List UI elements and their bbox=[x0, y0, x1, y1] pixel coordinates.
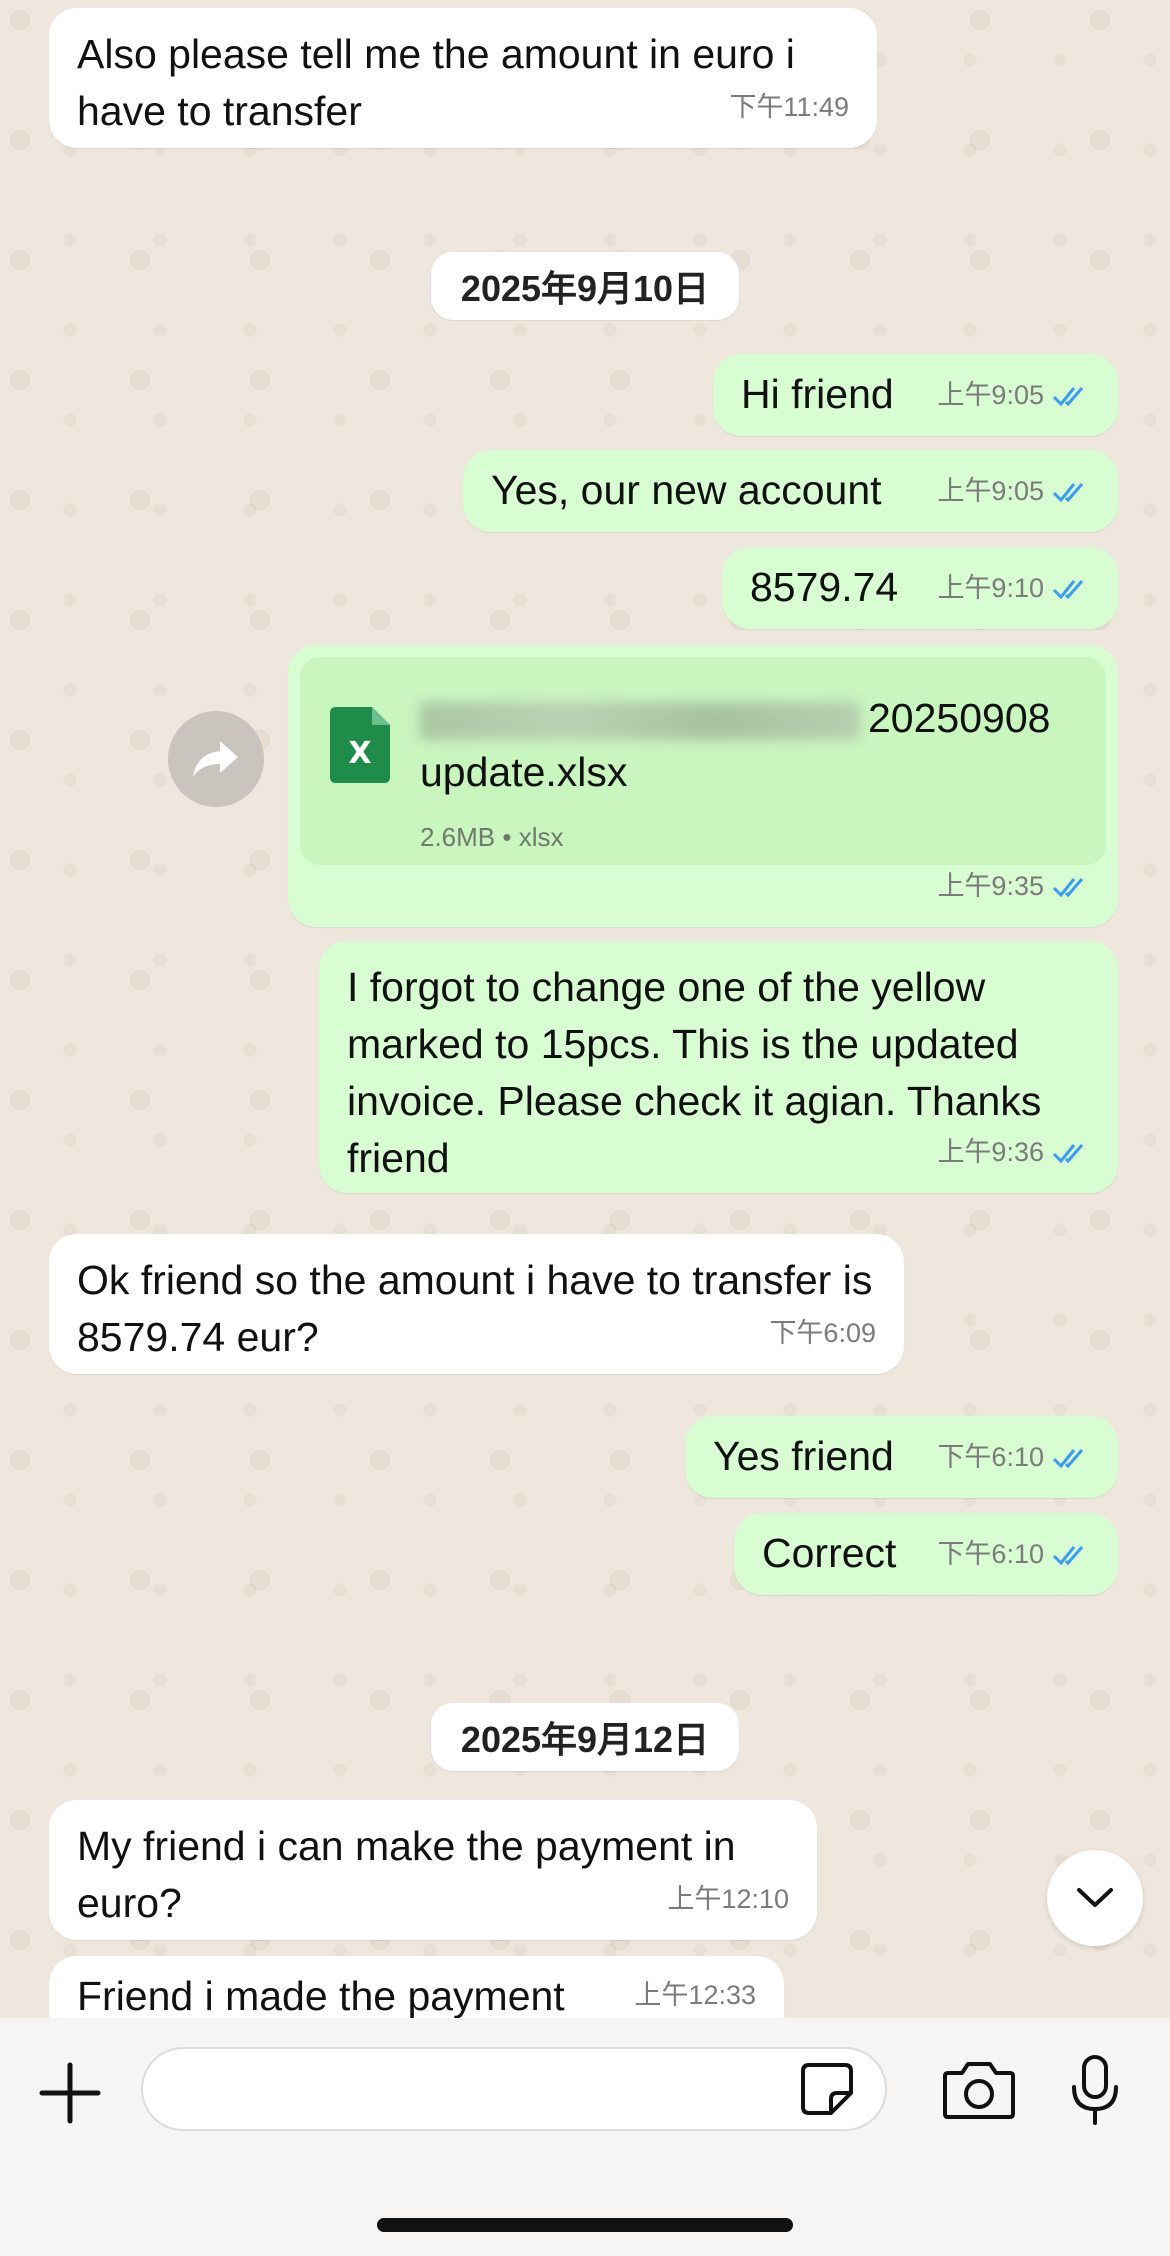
read-ticks-icon bbox=[1052, 386, 1084, 406]
message-bubble-incoming[interactable]: Also please tell me the amount in euro i… bbox=[49, 8, 877, 148]
message-bubble-outgoing[interactable]: Correct 下午6:10 bbox=[734, 1513, 1118, 1595]
message-bubble-outgoing[interactable]: I forgot to change one of the yellow mar… bbox=[319, 941, 1118, 1193]
attach-button[interactable] bbox=[30, 2053, 110, 2133]
chevron-down-icon bbox=[1077, 1888, 1113, 1907]
date-label: 2025年9月10日 bbox=[460, 268, 710, 309]
redacted-name bbox=[420, 702, 860, 741]
message-text: Yes, our new account bbox=[491, 467, 882, 513]
message-time: 下午6:10 bbox=[937, 1539, 1044, 1569]
file-ext: xlsx bbox=[518, 822, 564, 852]
message-time: 下午11:49 bbox=[729, 92, 849, 122]
message-text: Ok friend so the amount i have to transf… bbox=[77, 1257, 873, 1360]
message-bubble-incoming[interactable]: Friend i made the payment 上午12:33 bbox=[49, 1956, 784, 2018]
read-ticks-icon bbox=[1052, 579, 1084, 599]
message-bubble-incoming[interactable]: Ok friend so the amount i have to transf… bbox=[49, 1234, 904, 1374]
date-separator: 2025年9月10日 bbox=[430, 252, 740, 320]
message-time: 上午9:05 bbox=[937, 380, 1044, 410]
read-ticks-icon bbox=[1052, 1143, 1084, 1163]
file-name: 20250908 update.xlsx bbox=[420, 695, 1051, 795]
sticker-button[interactable] bbox=[792, 2054, 862, 2124]
home-indicator bbox=[377, 2218, 793, 2232]
message-time: 上午12:10 bbox=[667, 1884, 789, 1914]
scroll-to-bottom-button[interactable] bbox=[1047, 1850, 1143, 1946]
date-separator: 2025年9月12日 bbox=[430, 1703, 740, 1771]
message-time: 上午9:36 bbox=[937, 1137, 1044, 1167]
read-ticks-icon bbox=[1052, 1545, 1084, 1565]
message-text: Friend i made the payment bbox=[77, 1973, 565, 2018]
voice-message-button[interactable] bbox=[1055, 2048, 1135, 2132]
message-bubble-outgoing[interactable]: Yes friend 下午6:10 bbox=[685, 1416, 1118, 1498]
forward-button[interactable] bbox=[168, 711, 264, 807]
message-text: Correct bbox=[762, 1530, 897, 1576]
svg-text:X: X bbox=[348, 736, 371, 771]
file-size: 2.6MB bbox=[420, 822, 496, 852]
plus-icon bbox=[39, 2062, 101, 2124]
message-bubble-outgoing[interactable]: Hi friend 上午9:05 bbox=[713, 354, 1118, 436]
camera-icon bbox=[943, 2062, 1015, 2119]
chat-area[interactable]: Also please tell me the amount in euro i… bbox=[0, 0, 1170, 2018]
message-time: 上午9:35 bbox=[937, 871, 1044, 901]
message-time: 下午6:10 bbox=[937, 1442, 1044, 1472]
forward-arrow-icon bbox=[193, 741, 238, 777]
date-label: 2025年9月12日 bbox=[460, 1719, 710, 1760]
message-time: 下午6:09 bbox=[769, 1318, 876, 1348]
read-ticks-icon bbox=[1052, 482, 1084, 502]
message-text: 8579.74 bbox=[750, 564, 899, 610]
microphone-icon bbox=[1072, 2055, 1118, 2125]
file-attachment[interactable]: X 20250908 update.xlsx 2.6MB • xlsx bbox=[300, 657, 1106, 865]
message-text: Yes friend bbox=[713, 1433, 894, 1479]
file-message-bubble[interactable]: X 20250908 update.xlsx 2.6MB • xlsx 上午9:… bbox=[288, 645, 1118, 927]
message-bubble-outgoing[interactable]: 8579.74 上午9:10 bbox=[722, 547, 1118, 629]
message-time: 上午9:10 bbox=[937, 573, 1044, 603]
read-ticks-icon bbox=[1052, 1448, 1084, 1468]
excel-file-icon: X bbox=[330, 707, 390, 783]
sticker-icon bbox=[801, 2063, 853, 2115]
message-bubble-incoming[interactable]: My friend i can make the payment in euro… bbox=[49, 1800, 817, 1940]
message-time: 上午12:33 bbox=[634, 1980, 756, 2010]
message-input[interactable] bbox=[141, 2047, 887, 2131]
composer-bar bbox=[0, 2018, 1170, 2256]
message-bubble-outgoing[interactable]: Yes, our new account 上午9:05 bbox=[463, 450, 1118, 532]
read-ticks-icon bbox=[1052, 877, 1084, 897]
message-time: 上午9:05 bbox=[937, 476, 1044, 506]
camera-button[interactable] bbox=[935, 2048, 1023, 2132]
message-text: Hi friend bbox=[741, 371, 894, 417]
file-info: 2.6MB • xlsx bbox=[420, 822, 564, 852]
